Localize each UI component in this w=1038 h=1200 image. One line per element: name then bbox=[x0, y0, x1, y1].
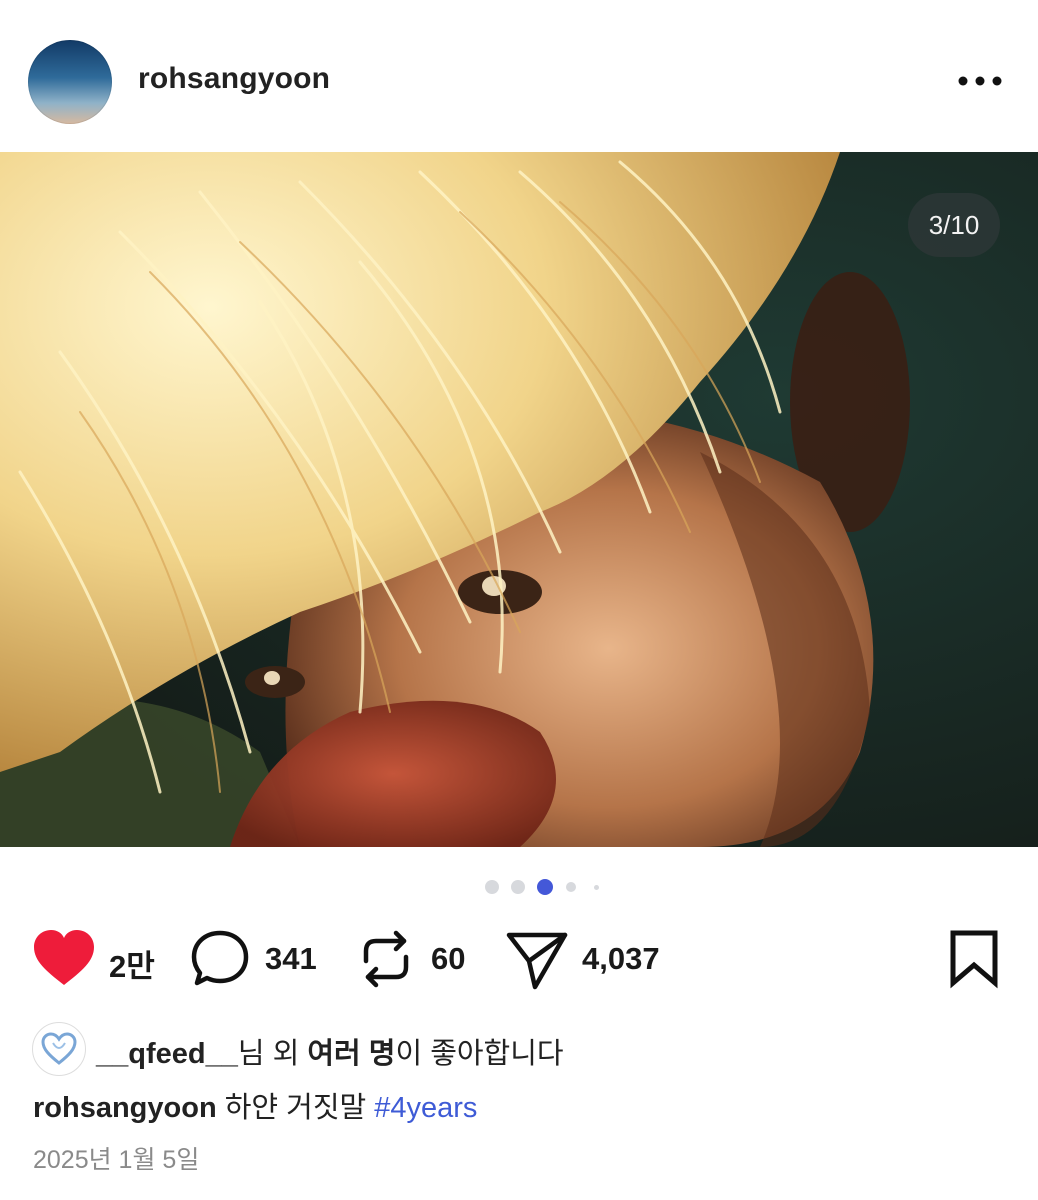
repost-count[interactable]: 60 bbox=[431, 941, 465, 977]
liked-by-row[interactable]: __qfeed__님 외 여러 명이 좋아합니다 bbox=[0, 1020, 1038, 1076]
post-header: rohsangyoon bbox=[0, 0, 1038, 152]
liked-by-suffix-1: 님 외 bbox=[237, 1038, 308, 1070]
repost-icon[interactable] bbox=[358, 925, 414, 995]
liked-by-others[interactable]: 여러 명 bbox=[307, 1038, 395, 1070]
post-username[interactable]: rohsangyoon bbox=[138, 62, 330, 96]
carousel-dot[interactable] bbox=[594, 885, 599, 890]
liked-by-avatar[interactable] bbox=[32, 1022, 86, 1076]
image-counter: 3/10 bbox=[908, 193, 1000, 257]
like-count[interactable]: 2만 bbox=[109, 941, 155, 986]
heart-icon[interactable] bbox=[32, 925, 96, 995]
post-caption: rohsangyoon 하얀 거짓말 #4years bbox=[33, 1084, 477, 1126]
profile-avatar[interactable] bbox=[28, 40, 112, 124]
liked-by-user[interactable]: __qfeed__ bbox=[96, 1038, 238, 1070]
post-date: 2025년 1월 5일 bbox=[33, 1146, 200, 1174]
share-send-icon[interactable] bbox=[505, 925, 569, 995]
liked-by-text: __qfeed__님 외 여러 명이 좋아합니다 bbox=[96, 1030, 564, 1072]
action-bar: 2만 341 60 4,037 bbox=[0, 925, 1038, 995]
share-count[interactable]: 4,037 bbox=[582, 941, 660, 977]
carousel-dot[interactable] bbox=[485, 880, 499, 894]
carousel-dots bbox=[0, 878, 1038, 898]
carousel-dot[interactable] bbox=[511, 880, 525, 894]
liked-by-suffix-2: 이 좋아합니다 bbox=[395, 1038, 564, 1070]
carousel-dot[interactable] bbox=[566, 882, 576, 892]
carousel-dot-active[interactable] bbox=[537, 879, 553, 895]
comment-count[interactable]: 341 bbox=[265, 941, 317, 977]
more-horizontal-icon[interactable] bbox=[955, 68, 1005, 94]
post-photo[interactable] bbox=[0, 152, 1038, 847]
comment-bubble-icon[interactable] bbox=[189, 925, 251, 995]
bookmark-icon[interactable] bbox=[948, 925, 1000, 995]
caption-text: 하얀 거짓말 bbox=[224, 1092, 367, 1124]
caption-hashtag[interactable]: #4years bbox=[374, 1092, 477, 1124]
caption-username[interactable]: rohsangyoon bbox=[33, 1092, 217, 1124]
